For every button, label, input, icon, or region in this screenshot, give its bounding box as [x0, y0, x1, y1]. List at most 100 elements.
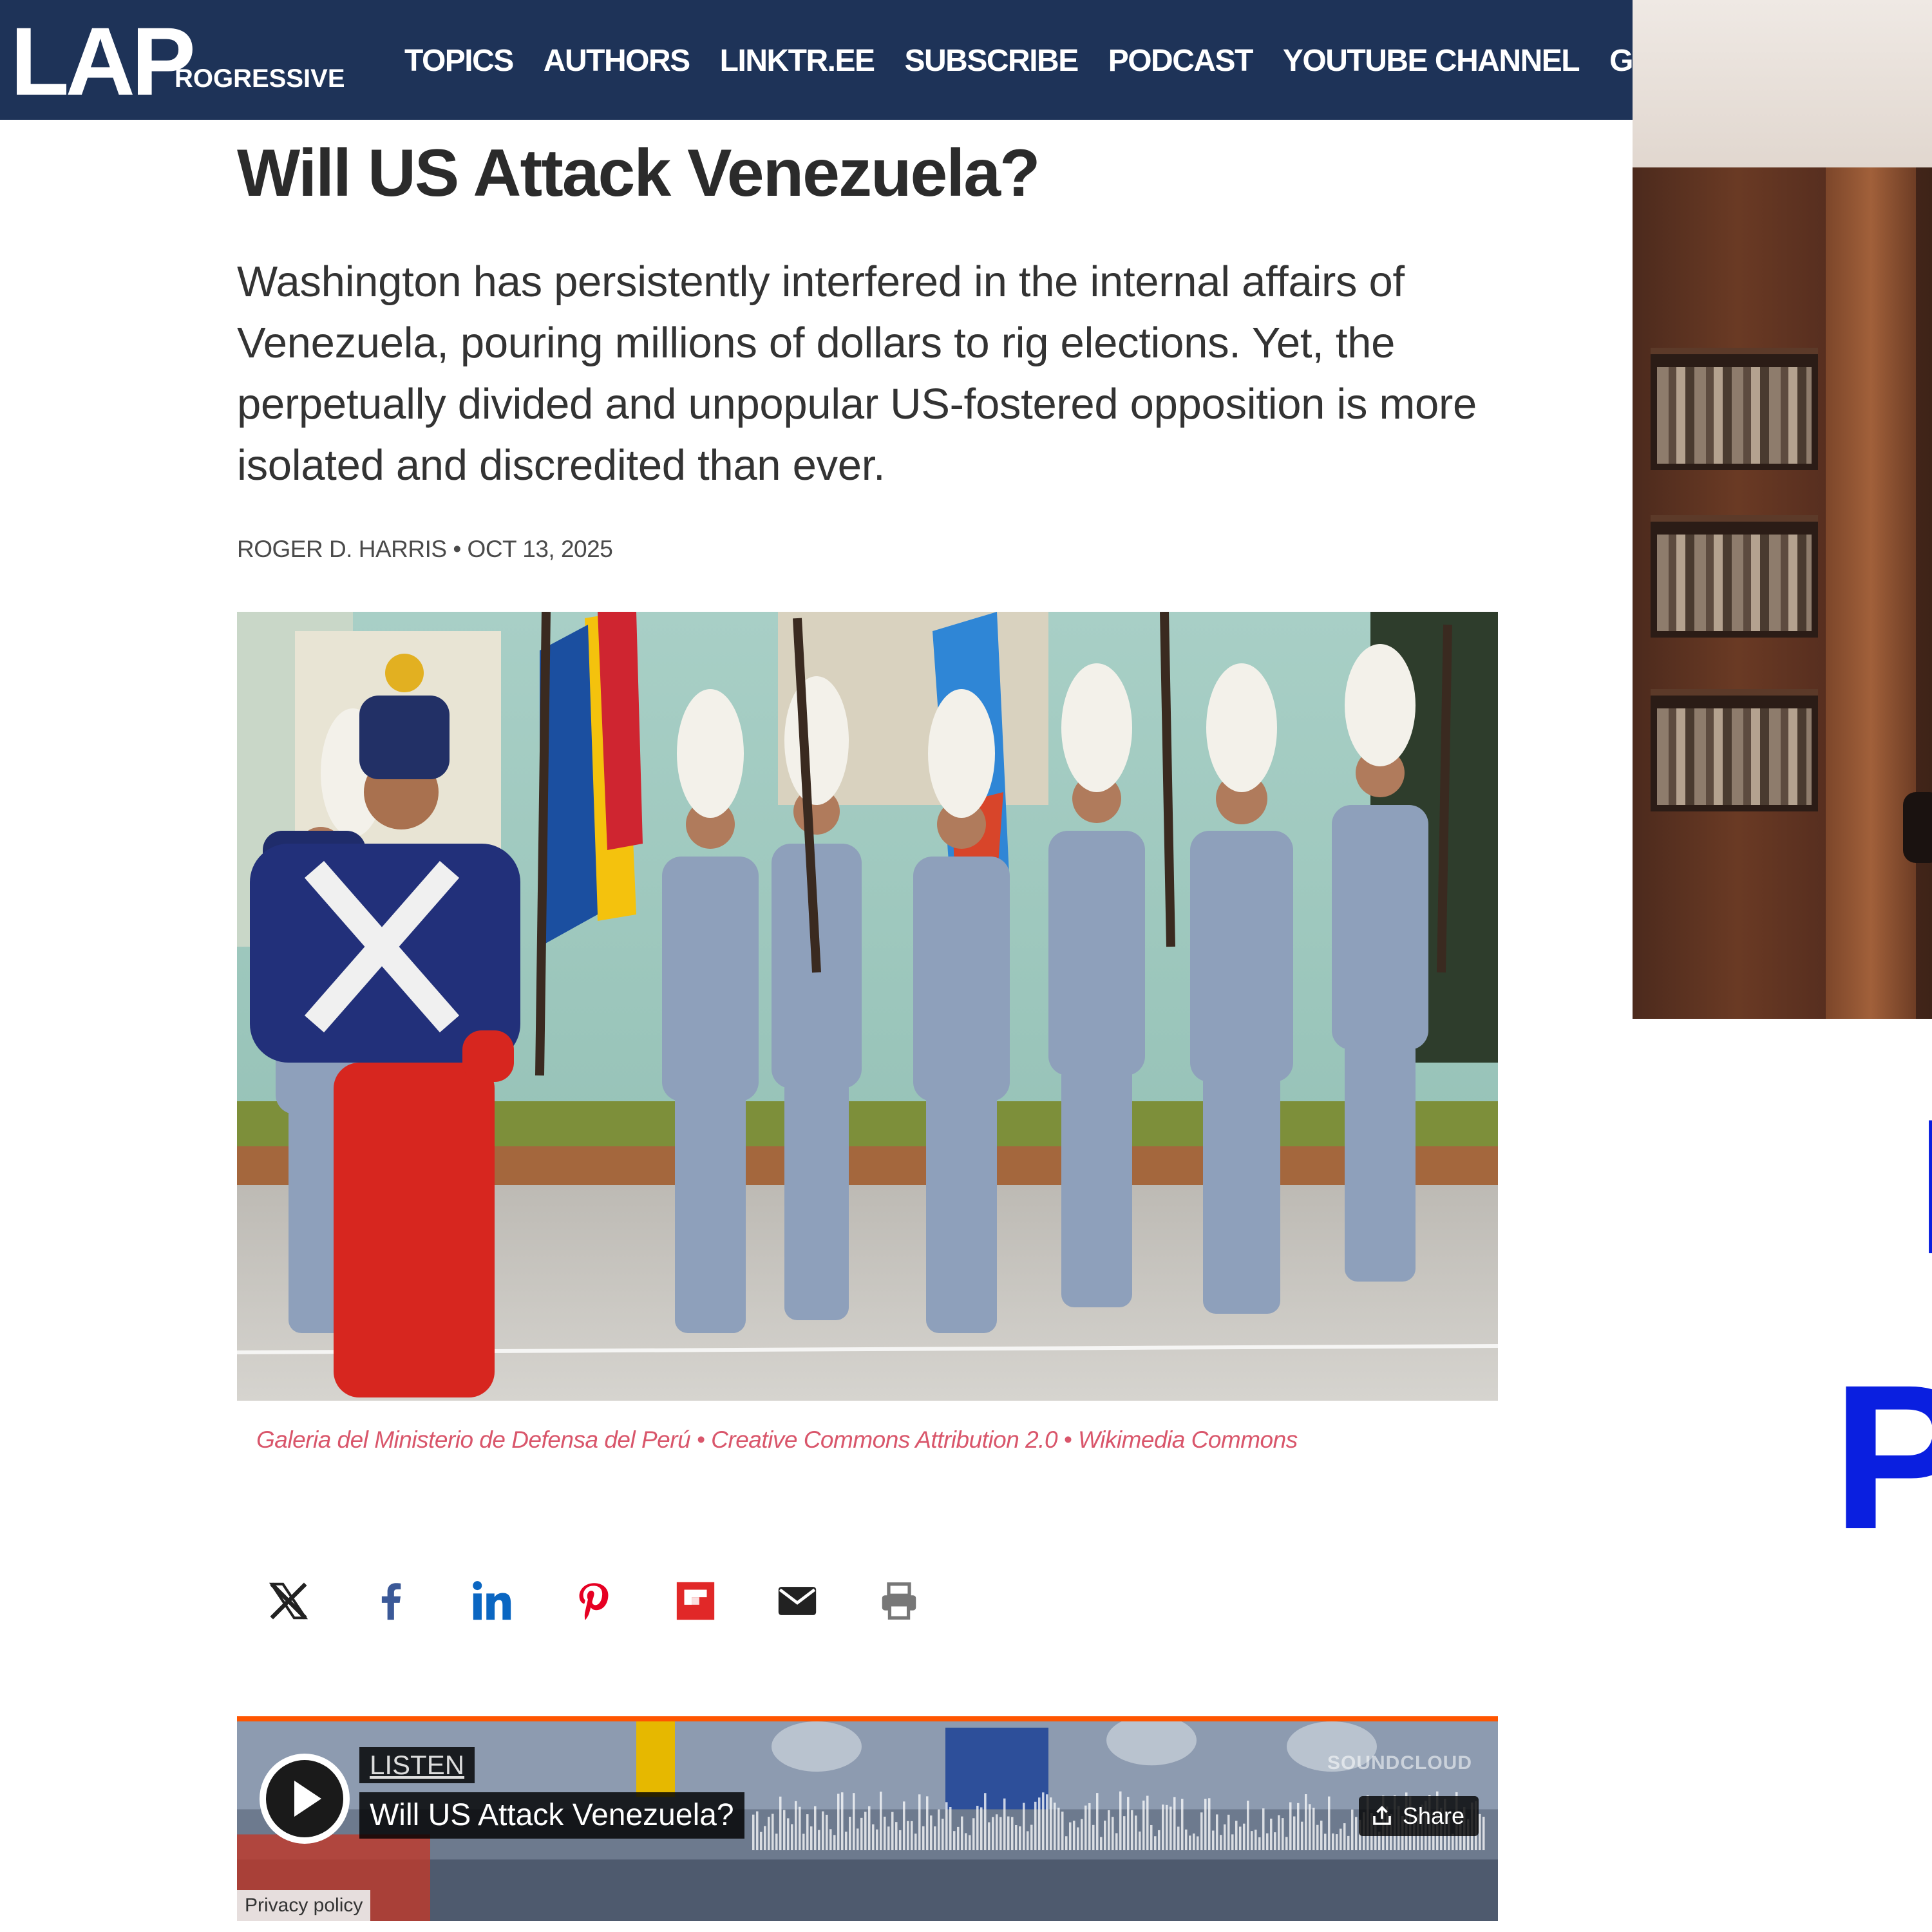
pinterest-icon[interactable] — [569, 1577, 618, 1625]
play-icon — [266, 1760, 343, 1837]
waveform-bar — [1027, 1831, 1029, 1850]
waveform-bar — [880, 1792, 882, 1850]
waveform-bar — [1251, 1831, 1253, 1850]
waveform-bar — [972, 1818, 975, 1850]
waveform-bar — [1154, 1836, 1157, 1850]
nav-topics[interactable]: TOPICS — [404, 39, 514, 84]
waveform-bar — [1193, 1833, 1195, 1850]
waveform-bar — [1324, 1833, 1327, 1850]
waveform-bar — [1301, 1821, 1303, 1850]
waveform-bar — [1038, 1797, 1041, 1850]
waveform-bar — [1069, 1822, 1072, 1850]
waveform-bar — [860, 1817, 863, 1850]
waveform-bar — [1177, 1826, 1180, 1850]
waveform-bar — [1088, 1803, 1091, 1850]
waveform-bar — [907, 1821, 909, 1850]
waveform-bar — [1293, 1816, 1296, 1850]
waveform-bar — [837, 1794, 840, 1850]
waveform-bar — [942, 1819, 944, 1850]
waveform-bar — [1100, 1837, 1103, 1850]
article-dek: Washington has persistently interfered i… — [237, 258, 1477, 489]
waveform-bar — [799, 1806, 801, 1850]
waveform-bar — [841, 1792, 844, 1850]
main-nav: TOPICS AUTHORS LINKTR.EE SUBSCRIBE PODCA… — [404, 39, 1714, 84]
waveform-bar — [957, 1826, 960, 1850]
soundcloud-logo[interactable]: SOUNDCLOUD — [1327, 1752, 1472, 1774]
waveform-bar — [814, 1806, 817, 1850]
waveform-bar — [911, 1821, 913, 1850]
nav-podcast[interactable]: PODCAST — [1108, 39, 1254, 84]
waveform-bar — [918, 1794, 921, 1850]
nav-linktree[interactable]: LINKTR.EE — [720, 39, 875, 84]
waveform-bar — [768, 1817, 770, 1850]
wood-post — [1826, 167, 1916, 1019]
waveform-bar — [1224, 1824, 1226, 1850]
track-title[interactable]: Will US Attack Venezuela? — [359, 1792, 744, 1839]
logo-main-text: LAP — [10, 7, 196, 115]
waveform-bar — [1247, 1801, 1249, 1850]
nav-youtube-channel[interactable]: YOUTUBE CHANNEL — [1283, 39, 1580, 84]
waveform-bar — [976, 1805, 979, 1850]
waveform-bar — [1204, 1799, 1207, 1850]
waveform-bar — [1216, 1814, 1218, 1850]
waveform-bar — [891, 1812, 894, 1850]
waveform-bar — [752, 1814, 755, 1850]
waveform-bar — [1262, 1808, 1265, 1850]
waveform-bar — [829, 1829, 832, 1850]
waveform-bar — [1073, 1821, 1075, 1850]
waveform-bar — [857, 1828, 859, 1850]
waveform-bar — [996, 1814, 998, 1850]
waveform-bar — [1479, 1814, 1481, 1850]
email-icon[interactable] — [773, 1577, 822, 1625]
side-video-frame[interactable] — [1633, 0, 1932, 1019]
facebook-icon[interactable] — [366, 1577, 415, 1625]
waveform-bar — [1312, 1807, 1315, 1850]
x-icon[interactable] — [264, 1577, 313, 1625]
waveform-bar — [802, 1833, 805, 1850]
waveform-bar — [772, 1814, 774, 1850]
waveform-bar — [775, 1833, 778, 1850]
waveform-bar — [884, 1816, 886, 1850]
waveform-bar — [1115, 1833, 1118, 1850]
waveform-bar — [1270, 1818, 1273, 1850]
flipboard-icon[interactable] — [671, 1577, 720, 1625]
waveform-bar — [872, 1824, 875, 1850]
waveform-bar — [806, 1814, 809, 1850]
article-byline[interactable]: ROGER D. HARRIS • OCT 13, 2025 — [237, 536, 613, 563]
waveform-bar — [1173, 1797, 1176, 1850]
nav-authors[interactable]: AUTHORS — [544, 39, 690, 84]
play-button[interactable] — [260, 1754, 350, 1844]
overlay-letter: I — [1916, 1090, 1932, 1283]
waveform-bar — [1197, 1836, 1199, 1850]
waveform-bar — [849, 1817, 851, 1850]
privacy-policy-link[interactable]: Privacy policy — [237, 1890, 371, 1921]
print-icon[interactable] — [875, 1577, 923, 1625]
waveform-bar — [1239, 1826, 1242, 1850]
waveform-bar — [903, 1801, 905, 1850]
waveform-bar — [1119, 1791, 1122, 1850]
hero-image — [237, 612, 1498, 1401]
player-share-button[interactable]: Share — [1358, 1796, 1479, 1836]
waveform-bar — [980, 1807, 983, 1850]
waveform-bar — [914, 1833, 917, 1850]
bookshelf — [1651, 689, 1818, 811]
ceiling — [1633, 0, 1932, 167]
waveform-bar — [1243, 1823, 1245, 1850]
nav-subscribe[interactable]: SUBSCRIBE — [905, 39, 1079, 84]
waveform-bar — [853, 1793, 855, 1850]
article-title: Will US Attack Venezuela? — [237, 136, 1041, 211]
waveform-bar — [1092, 1824, 1095, 1850]
waveform-bar — [1061, 1812, 1064, 1850]
image-credit[interactable]: Galeria del Ministerio de Defensa del Pe… — [256, 1426, 1298, 1454]
waveform-bar — [1142, 1800, 1145, 1850]
waveform-bar — [1266, 1833, 1269, 1850]
listen-label[interactable]: LISTEN — [359, 1747, 475, 1783]
waveform-bar — [1135, 1815, 1137, 1850]
waveform-bar — [1351, 1809, 1354, 1850]
waveform-bar — [845, 1832, 848, 1850]
waveform-bar — [1309, 1804, 1311, 1850]
waveform-bar — [1003, 1798, 1006, 1850]
linkedin-icon[interactable] — [468, 1577, 516, 1625]
waveform-bar — [795, 1801, 797, 1850]
waveform-bar — [1166, 1804, 1168, 1850]
